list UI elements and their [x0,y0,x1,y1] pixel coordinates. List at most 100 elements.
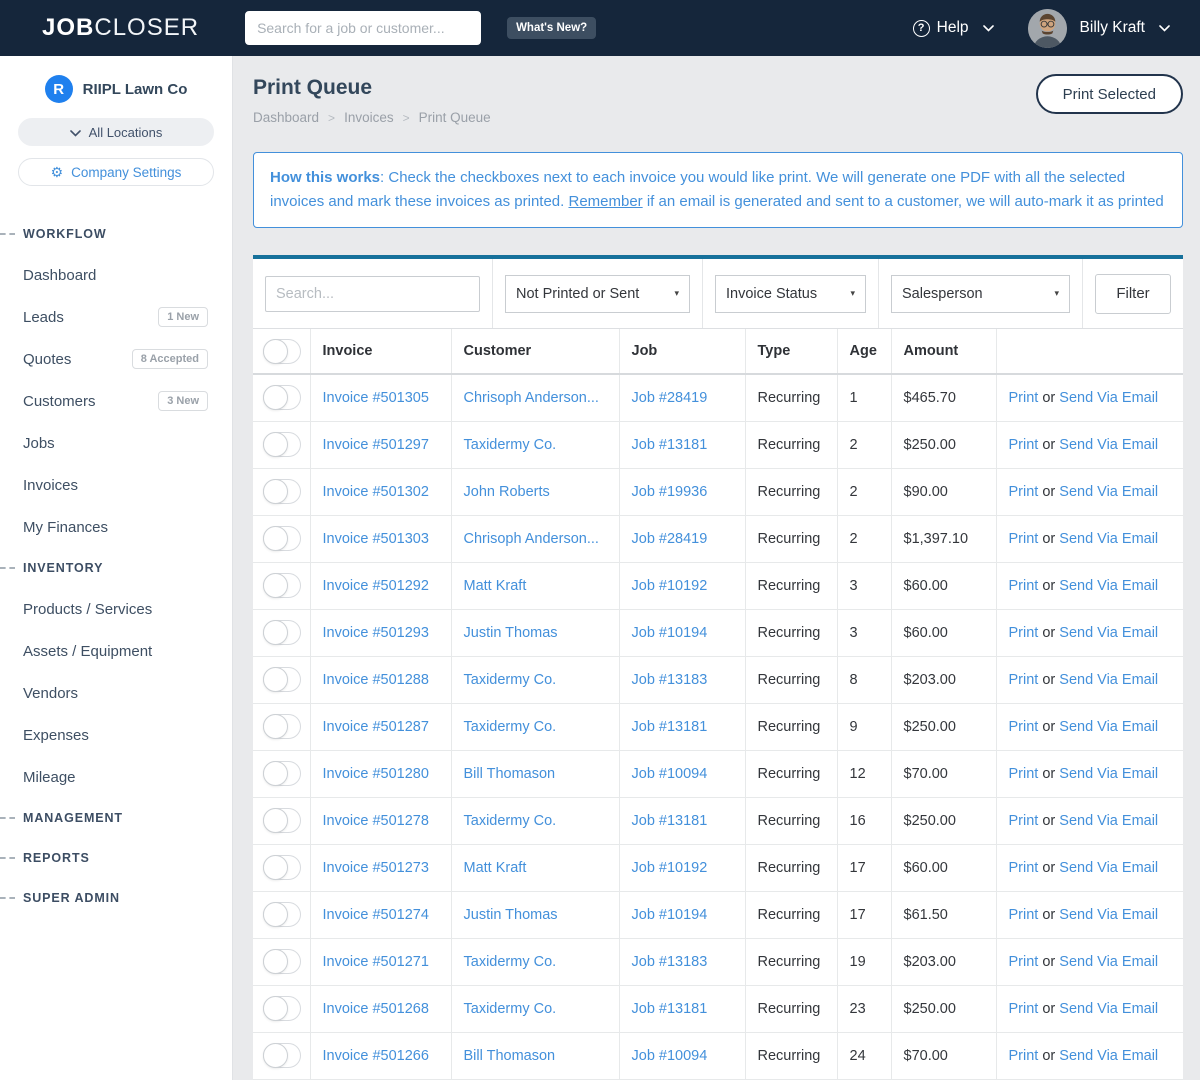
customer-link[interactable]: Bill Thomason [464,766,556,782]
job-link[interactable]: Job #10194 [632,625,708,641]
sidebar-item-leads[interactable]: Leads 1 New [0,296,232,338]
select-invoice-toggle[interactable] [263,761,301,786]
sidebar-item-customers[interactable]: Customers 3 New [0,380,232,422]
job-link[interactable]: Job #10192 [632,578,708,594]
print-link[interactable]: Print [1009,860,1039,876]
print-link[interactable]: Print [1009,484,1039,500]
send-email-link[interactable]: Send Via Email [1059,954,1158,970]
invoice-link[interactable]: Invoice #501293 [323,625,429,641]
sidebar-item-mileage[interactable]: Mileage [0,756,232,798]
sidebar-item-products-services[interactable]: Products / Services [0,588,232,630]
customer-link[interactable]: John Roberts [464,484,550,500]
send-email-link[interactable]: Send Via Email [1059,484,1158,500]
send-email-link[interactable]: Send Via Email [1059,907,1158,923]
print-link[interactable]: Print [1009,625,1039,641]
invoice-link[interactable]: Invoice #501280 [323,766,429,782]
sidebar-item-expenses[interactable]: Expenses [0,714,232,756]
select-invoice-toggle[interactable] [263,526,301,551]
print-selected-button[interactable]: Print Selected [1035,74,1183,114]
customer-link[interactable]: Taxidermy Co. [464,813,557,829]
help-menu[interactable]: ? Help [912,19,994,37]
customer-link[interactable]: Taxidermy Co. [464,437,557,453]
breadcrumb-item[interactable]: Invoices [344,110,394,125]
print-link[interactable]: Print [1009,954,1039,970]
invoice-link[interactable]: Invoice #501288 [323,672,429,688]
sidebar-item-my-finances[interactable]: My Finances [0,506,232,548]
print-link[interactable]: Print [1009,719,1039,735]
customer-link[interactable]: Chrisoph Anderson... [464,531,599,547]
print-link[interactable]: Print [1009,907,1039,923]
sidebar-item-assets-equipment[interactable]: Assets / Equipment [0,630,232,672]
customer-link[interactable]: Chrisoph Anderson... [464,390,599,406]
invoice-link[interactable]: Invoice #501271 [323,954,429,970]
customer-link[interactable]: Bill Thomason [464,1048,556,1064]
select-invoice-toggle[interactable] [263,479,301,504]
print-link[interactable]: Print [1009,1048,1039,1064]
select-invoice-toggle[interactable] [263,667,301,692]
job-link[interactable]: Job #13181 [632,719,708,735]
company-settings-button[interactable]: ⚙ Company Settings [18,158,214,186]
user-menu[interactable]: Billy Kraft [1080,19,1170,37]
invoice-link[interactable]: Invoice #501292 [323,578,429,594]
table-search-input[interactable] [265,275,480,312]
select-invoice-toggle[interactable] [263,949,301,974]
select-all-toggle[interactable] [263,338,301,364]
select-invoice-toggle[interactable] [263,432,301,457]
send-email-link[interactable]: Send Via Email [1059,719,1158,735]
print-link[interactable]: Print [1009,437,1039,453]
print-link[interactable]: Print [1009,672,1039,688]
select-invoice-toggle[interactable] [263,1043,301,1068]
invoice-link[interactable]: Invoice #501303 [323,531,429,547]
print-link[interactable]: Print [1009,1001,1039,1017]
invoice-link[interactable]: Invoice #501266 [323,1048,429,1064]
whats-new-button[interactable]: What's New? [507,17,597,39]
select-invoice-toggle[interactable] [263,714,301,739]
job-link[interactable]: Job #28419 [632,531,708,547]
job-link[interactable]: Job #13181 [632,437,708,453]
sidebar-item-vendors[interactable]: Vendors [0,672,232,714]
customer-link[interactable]: Taxidermy Co. [464,672,557,688]
customer-link[interactable]: Taxidermy Co. [464,719,557,735]
job-link[interactable]: Job #13181 [632,813,708,829]
send-email-link[interactable]: Send Via Email [1059,390,1158,406]
send-email-link[interactable]: Send Via Email [1059,578,1158,594]
breadcrumb-item[interactable]: Dashboard [253,110,319,125]
select-invoice-toggle[interactable] [263,902,301,927]
customer-link[interactable]: Justin Thomas [464,625,558,641]
select-invoice-toggle[interactable] [263,620,301,645]
sidebar-item-dashboard[interactable]: Dashboard [0,254,232,296]
invoice-link[interactable]: Invoice #501297 [323,437,429,453]
printed-status-select[interactable]: Not Printed or Sent ▾ [505,274,690,313]
send-email-link[interactable]: Send Via Email [1059,860,1158,876]
customer-link[interactable]: Matt Kraft [464,860,527,876]
job-link[interactable]: Job #13183 [632,954,708,970]
select-invoice-toggle[interactable] [263,385,301,411]
send-email-link[interactable]: Send Via Email [1059,1001,1158,1017]
job-link[interactable]: Job #19936 [632,484,708,500]
job-link[interactable]: Job #28419 [632,390,708,406]
location-selector[interactable]: All Locations [18,118,214,146]
invoice-link[interactable]: Invoice #501273 [323,860,429,876]
send-email-link[interactable]: Send Via Email [1059,1048,1158,1064]
select-invoice-toggle[interactable] [263,996,301,1021]
sidebar-item-quotes[interactable]: Quotes 8 Accepted [0,338,232,380]
app-logo[interactable]: JOBCLOSER [42,14,199,42]
send-email-link[interactable]: Send Via Email [1059,531,1158,547]
print-link[interactable]: Print [1009,531,1039,547]
print-link[interactable]: Print [1009,813,1039,829]
filter-button[interactable]: Filter [1095,273,1171,314]
invoice-link[interactable]: Invoice #501287 [323,719,429,735]
global-search-input[interactable] [245,11,482,45]
job-link[interactable]: Job #13183 [632,672,708,688]
salesperson-select[interactable]: Salesperson ▾ [891,274,1070,313]
select-invoice-toggle[interactable] [263,808,301,833]
send-email-link[interactable]: Send Via Email [1059,766,1158,782]
customer-link[interactable]: Taxidermy Co. [464,954,557,970]
customer-link[interactable]: Justin Thomas [464,907,558,923]
invoice-link[interactable]: Invoice #501305 [323,390,429,406]
job-link[interactable]: Job #10192 [632,860,708,876]
print-link[interactable]: Print [1009,766,1039,782]
sidebar-item-invoices[interactable]: Invoices [0,464,232,506]
invoice-link[interactable]: Invoice #501278 [323,813,429,829]
job-link[interactable]: Job #10194 [632,907,708,923]
